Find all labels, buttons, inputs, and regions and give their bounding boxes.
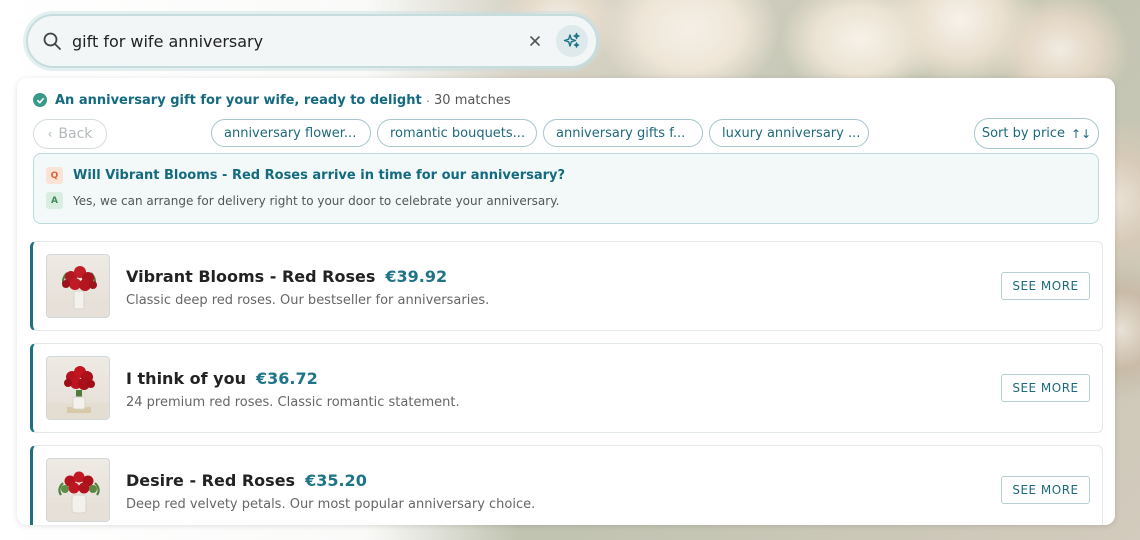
- question-text[interactable]: Will Vibrant Blooms - Red Roses arrive i…: [73, 168, 565, 183]
- suggestion-chip[interactable]: anniversary flower...: [211, 119, 371, 147]
- product-image[interactable]: [46, 254, 110, 318]
- product-title[interactable]: Desire - Red Roses €35.20: [126, 471, 367, 490]
- search-icon: [43, 32, 61, 50]
- filter-row: ‹ Back anniversary flower... romantic bo…: [33, 118, 1099, 149]
- product-name[interactable]: Desire - Red Roses: [126, 471, 295, 490]
- check-circle-icon: [33, 93, 47, 107]
- product-image[interactable]: [46, 458, 110, 522]
- results-count: 30 matches: [434, 92, 511, 108]
- sparkle-icon: [563, 32, 580, 48]
- suggestion-chip[interactable]: anniversary gifts f...: [543, 119, 703, 147]
- sort-label: Sort by price: [981, 126, 1066, 141]
- back-button[interactable]: ‹ Back: [33, 119, 107, 149]
- search-bar[interactable]: gift for wife anniversary: [26, 14, 598, 68]
- product-title[interactable]: I think of you €36.72: [126, 369, 318, 388]
- question-row: Q Will Vibrant Blooms - Red Roses arrive…: [46, 167, 565, 184]
- sort-by-price-button[interactable]: Sort by price ↑↓: [974, 118, 1099, 149]
- product-card[interactable]: Vibrant Blooms - Red Roses €39.92 Classic…: [30, 241, 1103, 331]
- product-card[interactable]: I think of you €36.72 24 premium red rose…: [30, 343, 1103, 433]
- product-image[interactable]: [46, 356, 110, 420]
- product-description: 24 premium red roses. Classic romantic s…: [126, 395, 460, 410]
- answer-text: Yes, we can arrange for delivery right t…: [73, 193, 560, 208]
- answer-row: A Yes, we can arrange for delivery right…: [46, 192, 559, 209]
- results-panel: An anniversary gift for your wife, ready…: [17, 78, 1115, 525]
- see-more-button[interactable]: SEE MORE: [1001, 476, 1090, 504]
- suggestion-chip[interactable]: luxury anniversary ...: [709, 119, 869, 147]
- product-price: €35.20: [305, 471, 367, 490]
- product-name[interactable]: I think of you: [126, 369, 246, 388]
- search-input[interactable]: gift for wife anniversary: [72, 32, 526, 51]
- product-card[interactable]: Desire - Red Roses €35.20 Deep red velvet…: [30, 445, 1103, 525]
- answer-badge: A: [46, 192, 63, 209]
- ai-search-button[interactable]: [556, 25, 588, 57]
- separator: ·: [425, 92, 431, 108]
- close-icon[interactable]: [526, 32, 544, 50]
- sort-arrows-icon: ↑↓: [1071, 126, 1092, 141]
- qa-box: Q Will Vibrant Blooms - Red Roses arrive…: [33, 153, 1099, 224]
- product-name[interactable]: Vibrant Blooms - Red Roses: [126, 267, 375, 286]
- product-price: €36.72: [255, 369, 318, 388]
- back-label: Back: [58, 126, 93, 142]
- results-headline: An anniversary gift for your wife, ready…: [55, 92, 422, 108]
- chevron-left-icon: ‹: [47, 127, 53, 141]
- results-summary: An anniversary gift for your wife, ready…: [33, 92, 511, 108]
- question-badge: Q: [46, 167, 63, 184]
- product-description: Deep red velvety petals. Our most popula…: [126, 497, 536, 512]
- see-more-button[interactable]: SEE MORE: [1001, 272, 1090, 300]
- product-price: €39.92: [385, 267, 448, 286]
- suggestion-chip[interactable]: romantic bouquets...: [377, 119, 537, 147]
- see-more-button[interactable]: SEE MORE: [1001, 374, 1090, 402]
- product-description: Classic deep red roses. Our bestseller f…: [126, 293, 490, 308]
- product-title[interactable]: Vibrant Blooms - Red Roses €39.92: [126, 267, 447, 286]
